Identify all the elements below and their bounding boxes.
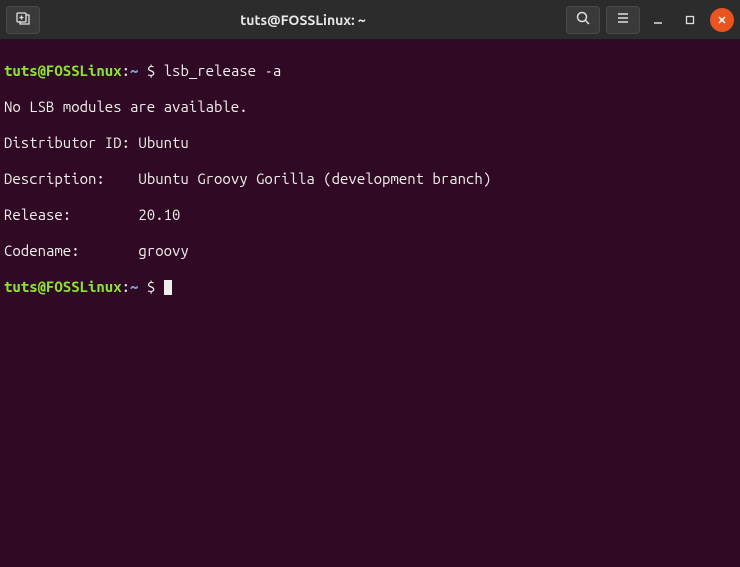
terminal-body[interactable]: tuts@FOSSLinux:~ $ lsb_release -a No LSB… [0, 40, 740, 567]
output-line: No LSB modules are available. [4, 98, 736, 116]
output-line: Description: Ubuntu Groovy Gorilla (deve… [4, 170, 736, 188]
titlebar: tuts@FOSSLinux: ~ [0, 0, 740, 40]
output-value: Ubuntu Groovy Gorilla (development branc… [138, 170, 491, 187]
output-label: Distributor ID: [4, 134, 130, 151]
minimize-button[interactable] [646, 8, 670, 32]
command-text: lsb_release -a [164, 62, 282, 79]
menu-button[interactable] [606, 6, 640, 34]
close-button[interactable] [710, 8, 734, 32]
output-value: Ubuntu [138, 134, 188, 151]
prompt-char: $ [138, 278, 163, 295]
terminal-line: tuts@FOSSLinux:~ $ lsb_release -a [4, 62, 736, 80]
new-tab-icon [15, 10, 31, 30]
output-value: 20.10 [138, 206, 180, 223]
output-value: groovy [138, 242, 188, 259]
window-title: tuts@FOSSLinux: ~ [46, 12, 560, 28]
prompt-user: tuts@FOSSLinux [4, 62, 122, 79]
close-icon [717, 11, 727, 29]
maximize-button[interactable] [678, 8, 702, 32]
terminal-line: tuts@FOSSLinux:~ $ [4, 278, 736, 296]
hamburger-icon [615, 10, 631, 30]
prompt-sep: : [122, 62, 130, 79]
output-label: Codename: [4, 242, 80, 259]
output-line: Release: 20.10 [4, 206, 736, 224]
minimize-icon [653, 11, 663, 29]
search-button[interactable] [566, 6, 600, 34]
prompt-sep: : [122, 278, 130, 295]
output-line: Distributor ID: Ubuntu [4, 134, 736, 152]
window-controls [646, 8, 734, 32]
maximize-icon [685, 11, 695, 29]
prompt-char: $ [138, 62, 163, 79]
output-label: Description: [4, 170, 105, 187]
output-line: Codename: groovy [4, 242, 736, 260]
new-tab-button[interactable] [6, 6, 40, 34]
search-icon [575, 10, 591, 30]
cursor [164, 280, 172, 295]
output-label: Release: [4, 206, 71, 223]
prompt-user: tuts@FOSSLinux [4, 278, 122, 295]
